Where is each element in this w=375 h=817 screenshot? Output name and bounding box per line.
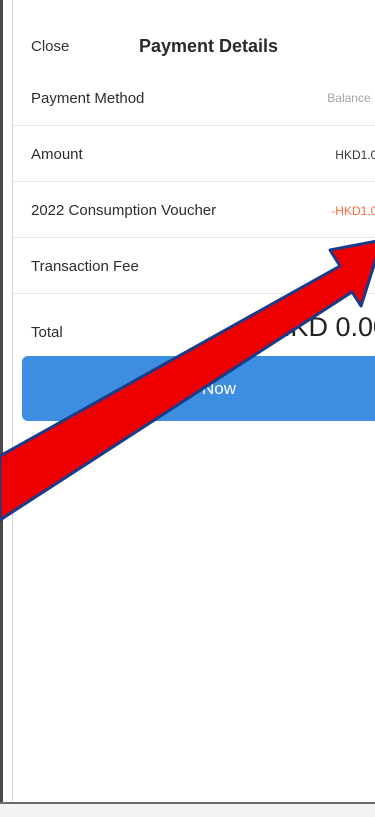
payment-method-row[interactable]: Payment Method Balance xyxy=(13,70,375,126)
payment-method-value: Balance xyxy=(327,91,375,105)
payment-method-label: Payment Method xyxy=(31,90,145,107)
below-frame-strip xyxy=(0,804,375,817)
voucher-row: 2022 Consumption Voucher -HKD1.00 xyxy=(13,182,375,238)
transaction-fee-label: Transaction Fee xyxy=(31,258,139,275)
amount-row: Amount HKD1.00 xyxy=(13,126,375,182)
close-button[interactable]: Close xyxy=(31,38,69,55)
voucher-value: -HKD1.00 xyxy=(331,204,375,218)
transaction-fee-row: Transaction Fee xyxy=(13,238,375,294)
payment-method-value-text: Balance xyxy=(327,91,371,105)
total-value: HKD 0.00 xyxy=(270,312,375,342)
total-label: Total xyxy=(31,324,63,341)
amount-label: Amount xyxy=(31,146,83,163)
sheet-header: Close Payment Details xyxy=(13,0,375,70)
voucher-label: 2022 Consumption Voucher xyxy=(31,202,217,219)
page-title: Payment Details xyxy=(139,36,279,56)
amount-value: HKD1.00 xyxy=(335,148,375,162)
screen: Close Payment Details Payment Method Bal… xyxy=(0,0,375,817)
pay-now-button[interactable]: Pay Now xyxy=(22,356,375,421)
frame-left-edge xyxy=(0,0,3,817)
